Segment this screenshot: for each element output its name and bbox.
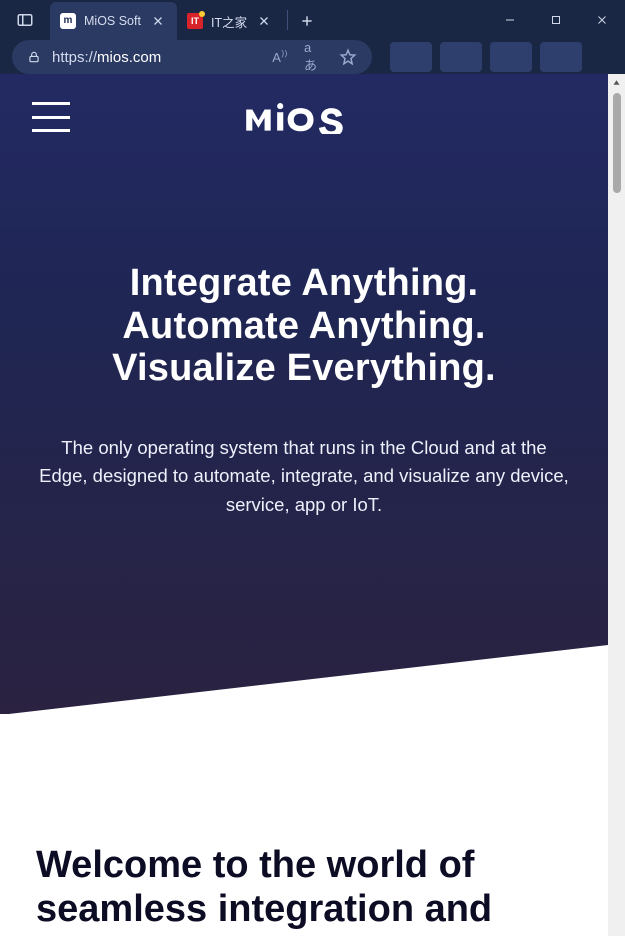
window-controls [487, 0, 625, 40]
hero-line-1: Integrate Anything. [30, 262, 578, 305]
tab-ithome[interactable]: IT IT之家 [177, 2, 283, 40]
toolbar-extension-4[interactable] [540, 42, 582, 72]
tab-mios[interactable]: m MiOS Soft [50, 2, 177, 40]
tab-separator [287, 10, 288, 30]
hero-divider-wedge [0, 645, 608, 715]
tab-title: MiOS Soft [84, 14, 141, 28]
browser-titlebar: m MiOS Soft IT IT之家 [0, 0, 625, 40]
tab-strip: m MiOS Soft IT IT之家 [50, 0, 322, 40]
hero-section: Integrate Anything. Automate Anything. V… [0, 74, 608, 714]
tab-close-button[interactable] [149, 12, 167, 30]
translate-icon[interactable]: aあ [304, 47, 324, 67]
new-tab-button[interactable] [292, 2, 322, 40]
toolbar-extension-2[interactable] [440, 42, 482, 72]
page-content: Integrate Anything. Automate Anything. V… [0, 74, 608, 936]
favicon-mios: m [60, 13, 76, 29]
tab-close-button[interactable] [255, 12, 273, 30]
tab-title: IT之家 [211, 12, 247, 31]
favorite-icon[interactable] [338, 47, 358, 67]
hero-line-3: Visualize Everything. [30, 347, 578, 390]
browser-viewport: Integrate Anything. Automate Anything. V… [0, 74, 625, 936]
lock-icon[interactable] [26, 49, 42, 65]
scrollbar-thumb[interactable] [613, 93, 621, 193]
welcome-heading: Welcome to the world of seamless integra… [36, 844, 572, 936]
url-protocol: https:// [52, 49, 97, 66]
tab-actions-button[interactable] [10, 5, 40, 35]
window-maximize-button[interactable] [533, 0, 579, 40]
url-text: https://mios.com [52, 49, 161, 66]
favicon-ithome: IT [187, 13, 203, 29]
hero-headline: Integrate Anything. Automate Anything. V… [30, 262, 578, 390]
window-close-button[interactable] [579, 0, 625, 40]
site-logo[interactable] [243, 100, 365, 134]
site-header [0, 74, 608, 132]
toolbar-extras [390, 42, 582, 72]
address-bar-row: https://mios.com A)) aあ [0, 40, 625, 74]
hero-subtext: The only operating system that runs in t… [30, 434, 578, 520]
address-bar[interactable]: https://mios.com A)) aあ [12, 40, 372, 74]
menu-button[interactable] [32, 102, 70, 132]
welcome-section: Welcome to the world of seamless integra… [0, 714, 608, 936]
vertical-scrollbar[interactable] [608, 74, 625, 936]
toolbar-extension-1[interactable] [390, 42, 432, 72]
hero-copy: Integrate Anything. Automate Anything. V… [0, 132, 608, 520]
window-minimize-button[interactable] [487, 0, 533, 40]
toolbar-extension-3[interactable] [490, 42, 532, 72]
hero-line-2: Automate Anything. [30, 305, 578, 348]
scroll-up-button[interactable] [608, 74, 625, 91]
url-host: mios.com [97, 49, 161, 66]
read-aloud-icon[interactable]: A)) [270, 47, 290, 67]
